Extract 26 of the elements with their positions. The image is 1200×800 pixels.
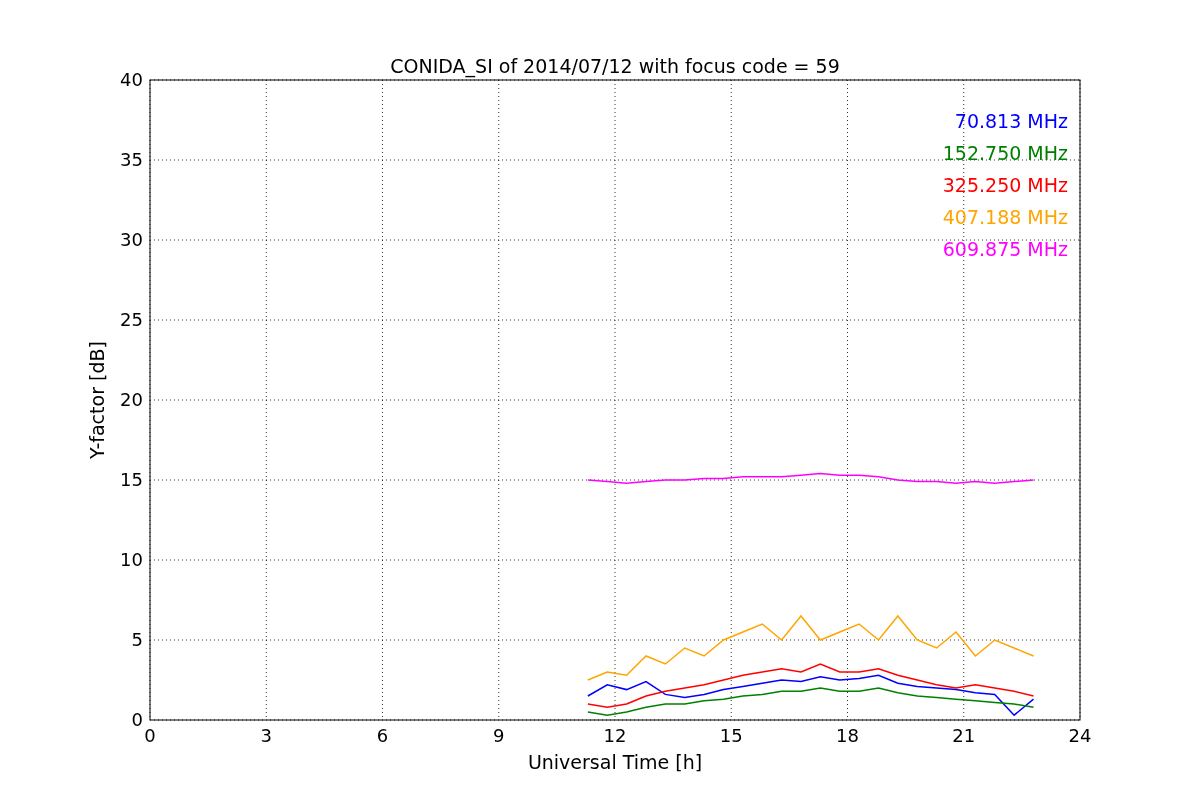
axis-label: Universal Time [h] xyxy=(527,751,703,773)
tick-label: 30 xyxy=(120,229,143,250)
tick-label: 12 xyxy=(603,725,627,746)
legend-label: 152.750 MHz xyxy=(942,142,1068,164)
legend-label: 70.813 MHz xyxy=(954,110,1068,132)
tick-label: 20 xyxy=(120,389,143,410)
tick-label: 15 xyxy=(719,725,743,746)
tick-label: 6 xyxy=(376,725,389,746)
tick-label: 3 xyxy=(260,725,272,746)
legend-label: 407.188 MHz xyxy=(942,206,1068,228)
axis-label: Y-factor [dB] xyxy=(86,341,108,459)
tick-label: 21 xyxy=(952,725,976,746)
tick-label: 5 xyxy=(131,629,143,650)
tick-label: 35 xyxy=(120,149,143,170)
tick-label: 0 xyxy=(144,725,156,746)
tick-label: 40 xyxy=(120,69,143,90)
tick-label: 0 xyxy=(131,709,143,730)
tick-label: 9 xyxy=(493,725,505,746)
tick-label: 24 xyxy=(1068,725,1092,746)
legend-label: 609.875 MHz xyxy=(942,238,1068,260)
tick-label: 15 xyxy=(120,469,143,490)
legend-label: 325.250 MHz xyxy=(942,174,1068,196)
tick-label: 10 xyxy=(120,549,143,570)
tick-label: 25 xyxy=(120,309,143,330)
tick-label: 18 xyxy=(836,725,859,746)
chart-title: CONIDA_SI of 2014/07/12 with focus code = 59 xyxy=(390,55,840,77)
